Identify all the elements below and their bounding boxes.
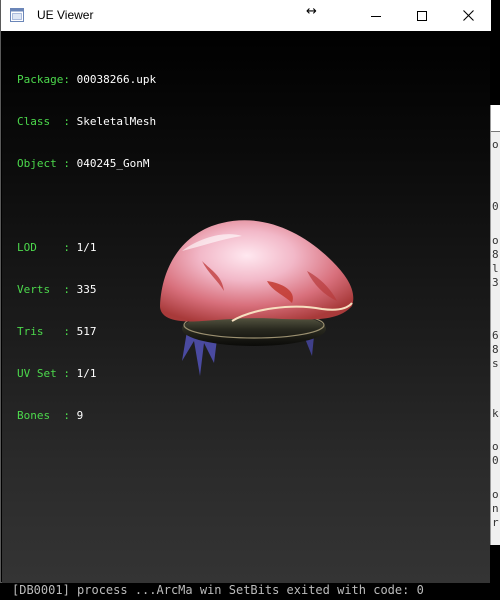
- title-bar[interactable]: UE Viewer ↔: [1, 0, 491, 31]
- background-panel-char: o: [492, 234, 499, 247]
- bones-label: Bones :: [17, 409, 70, 422]
- class-value: SkeletalMesh: [76, 115, 157, 128]
- background-panel-char: l: [492, 262, 499, 275]
- tris-label: Tris :: [17, 325, 70, 338]
- class-label: Class :: [17, 115, 70, 128]
- verts-label: Verts :: [17, 283, 70, 296]
- background-panel-char: 8: [492, 343, 499, 356]
- background-side-panel: o 0 o 8 l 3 6 8 s k o 0 o n r: [490, 105, 500, 545]
- lod-label: LOD :: [17, 241, 70, 254]
- close-button[interactable]: [445, 0, 491, 31]
- ue-viewer-window: UE Viewer ↔ Package: 00038266.upk Class …: [0, 0, 491, 583]
- 3d-viewport[interactable]: Package: 00038266.upk Class : SkeletalMe…: [2, 31, 490, 583]
- resize-horizontal-icon: ↔: [306, 4, 317, 19]
- minimize-button[interactable]: [353, 0, 399, 31]
- minimize-icon: [371, 15, 381, 17]
- package-label: Package:: [17, 73, 70, 86]
- background-panel-char: r: [492, 516, 499, 529]
- uvset-label: UV Set :: [17, 367, 70, 380]
- verts-value: 335: [76, 283, 97, 296]
- background-panel-char: 8: [492, 248, 499, 261]
- mesh-render: [160, 220, 354, 376]
- background-console-line: [DB0001] process ...ArcMa win SetBits ex…: [12, 583, 424, 597]
- background-panel-char: 6: [492, 329, 499, 342]
- tris-value: 517: [76, 325, 97, 338]
- package-value: 00038266.upk: [76, 73, 157, 86]
- bones-value: 9: [76, 409, 84, 422]
- background-panel-char: s: [492, 357, 499, 370]
- background-panel-char: k: [492, 407, 499, 420]
- close-icon: [462, 10, 474, 21]
- background-panel-char: 0: [492, 454, 499, 467]
- window-title: UE Viewer: [37, 8, 94, 22]
- object-value: 040245_GonM: [76, 157, 150, 170]
- ue-viewer-icon: [10, 8, 24, 22]
- maximize-button[interactable]: [399, 0, 445, 31]
- background-panel-header: [491, 105, 500, 132]
- background-panel-char: 0: [492, 200, 499, 213]
- uvset-value: 1/1: [76, 367, 97, 380]
- maximize-icon: [417, 10, 427, 21]
- lod-value: 1/1: [76, 241, 97, 254]
- mesh-info-overlay: Package: 00038266.upk Class : SkeletalMe…: [17, 45, 156, 451]
- object-label: Object :: [17, 157, 70, 170]
- background-panel-char: o: [492, 440, 499, 453]
- background-panel-char: o: [492, 138, 499, 151]
- background-panel-char: n: [492, 502, 499, 515]
- background-panel-char: o: [492, 488, 499, 501]
- background-panel-char: 3: [492, 276, 499, 289]
